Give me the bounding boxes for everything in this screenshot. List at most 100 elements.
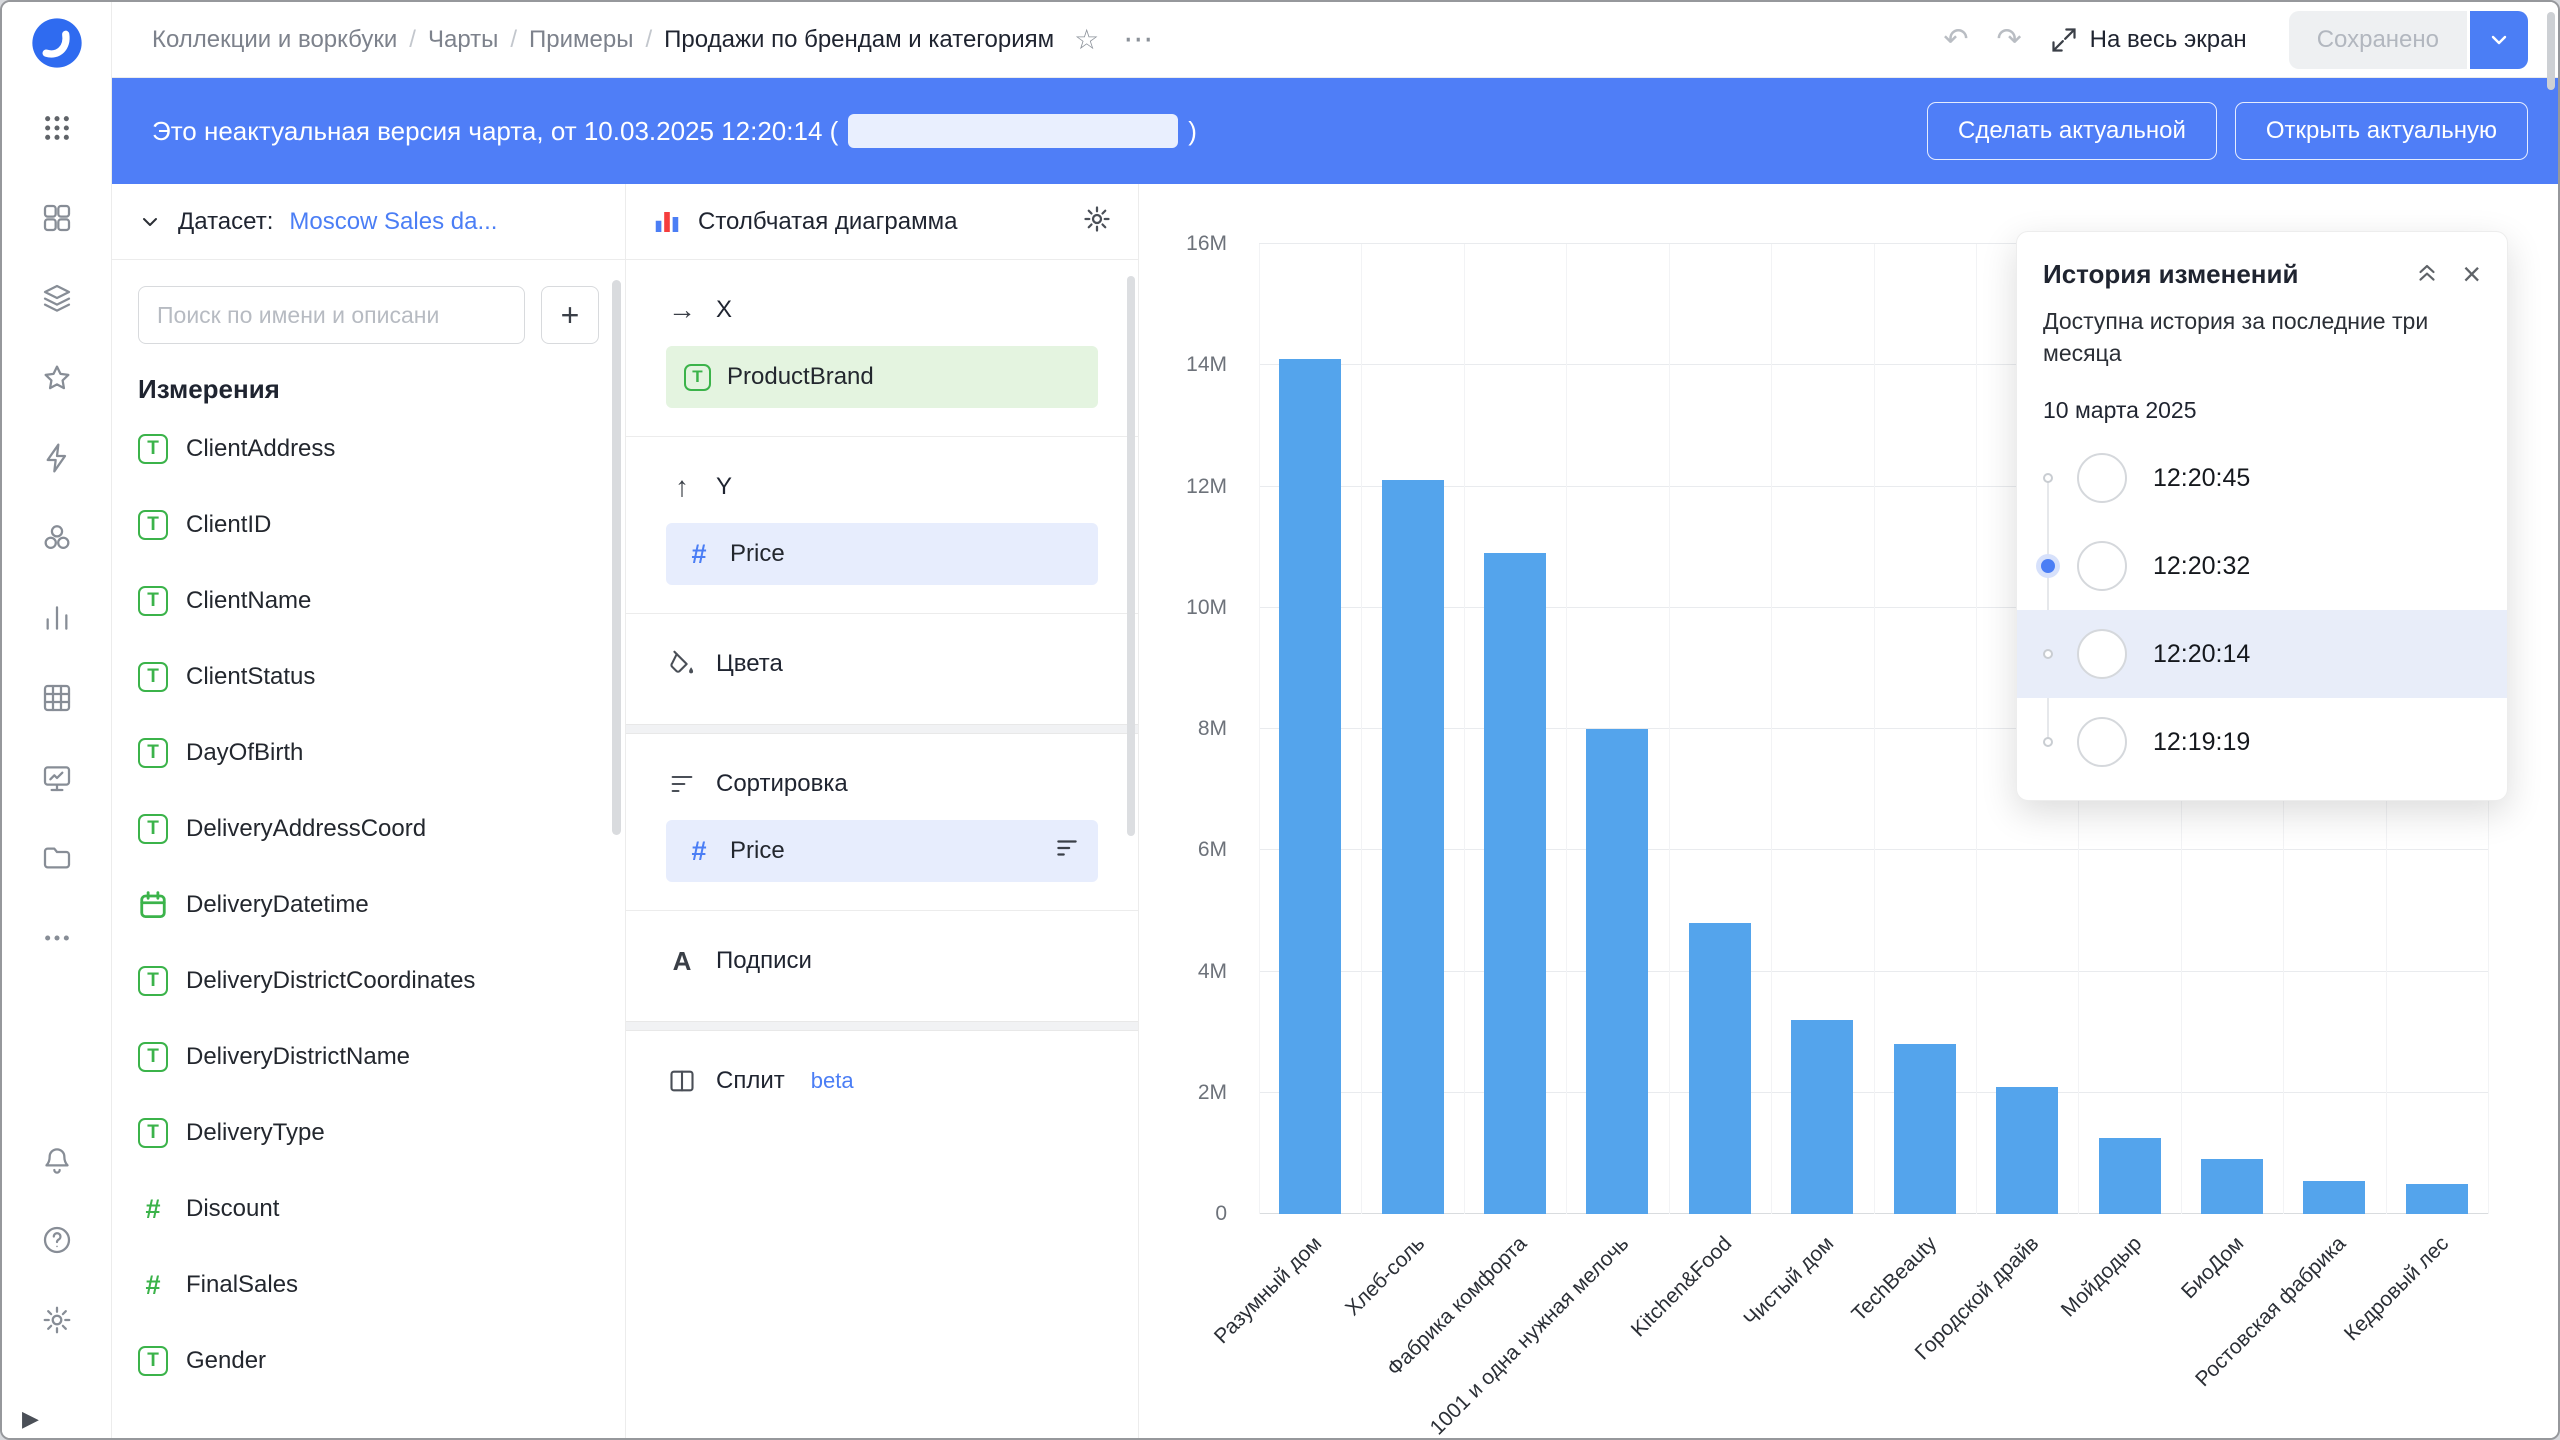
- version-radio[interactable]: [2077, 541, 2127, 591]
- dataset-field[interactable]: #Discount: [138, 1171, 615, 1247]
- collapse-history-icon[interactable]: [2414, 259, 2440, 290]
- breadcrumb-item[interactable]: Чарты: [428, 26, 498, 54]
- page-scrollbar[interactable]: [2547, 12, 2555, 90]
- field-search-input[interactable]: [138, 286, 525, 344]
- dataset-field[interactable]: TClientStatus: [138, 639, 615, 715]
- breadcrumb-item[interactable]: Примеры: [529, 26, 633, 54]
- dataset-field[interactable]: TDeliveryDistrictName: [138, 1019, 615, 1095]
- save-dropdown-button[interactable]: [2470, 11, 2528, 69]
- dashboards-icon[interactable]: [35, 756, 79, 800]
- open-actual-button[interactable]: Открыть актуальную: [2235, 102, 2528, 160]
- field-name: DeliveryDistrictCoordinates: [186, 967, 475, 995]
- quick-actions-icon[interactable]: [35, 436, 79, 480]
- x-section: → X T ProductBrand: [626, 260, 1138, 408]
- favorite-star-icon[interactable]: ☆: [1074, 23, 1099, 56]
- tables-icon[interactable]: [35, 676, 79, 720]
- history-subtitle: Доступна история за последние три месяца: [2017, 290, 2507, 369]
- string-field-icon: T: [684, 364, 711, 391]
- breadcrumb-separator: /: [646, 26, 653, 54]
- dataset-field[interactable]: TClientAddress: [138, 411, 615, 487]
- history-version-row[interactable]: 12:20:14: [2017, 610, 2507, 698]
- dataset-scrollbar[interactable]: [612, 280, 621, 835]
- bar-Городской драйв[interactable]: [1996, 1087, 2058, 1214]
- close-history-icon[interactable]: ×: [2462, 258, 2481, 290]
- sort-section-header: Сортировка: [666, 758, 1098, 810]
- make-actual-button[interactable]: Сделать актуальной: [1927, 102, 2217, 160]
- undo-icon[interactable]: ↶: [1943, 22, 1968, 57]
- collections-icon[interactable]: [35, 196, 79, 240]
- collapse-panel-icon[interactable]: ▶: [22, 1406, 39, 1432]
- services-icon[interactable]: [35, 516, 79, 560]
- notifications-icon[interactable]: [35, 1138, 79, 1182]
- y-axis-tick-label: 16M: [1186, 232, 1227, 256]
- charts-icon[interactable]: [35, 596, 79, 640]
- bar-Чистый дом[interactable]: [1791, 1020, 1853, 1214]
- dataset-field[interactable]: TClientName: [138, 563, 615, 639]
- field-name: DeliveryDatetime: [186, 891, 369, 919]
- field-name: ClientName: [186, 587, 311, 615]
- dataset-field[interactable]: #FinalSales: [138, 1247, 615, 1323]
- dataset-field[interactable]: DeliveryDatetime: [138, 867, 615, 943]
- version-radio[interactable]: [2077, 717, 2127, 767]
- saved-button[interactable]: Сохранено: [2289, 11, 2467, 69]
- dataset-chevron-down-icon[interactable]: [138, 210, 162, 234]
- timeline-dot: [2043, 649, 2053, 659]
- field-name: FinalSales: [186, 1271, 298, 1299]
- config-scrollbar[interactable]: [1127, 276, 1135, 836]
- version-radio[interactable]: [2077, 453, 2127, 503]
- column-chart-icon[interactable]: [652, 207, 682, 237]
- y-axis-tick-label: 6M: [1198, 838, 1227, 862]
- dataset-field[interactable]: TGender: [138, 1323, 615, 1399]
- breadcrumb: Коллекции и воркбуки/Чарты/Примеры/Прода…: [152, 26, 1054, 54]
- breadcrumb-item[interactable]: Продажи по брендам и категориям: [664, 26, 1054, 54]
- dataset-field[interactable]: TDeliveryAddressCoord: [138, 791, 615, 867]
- y-field-chip[interactable]: # Price: [666, 523, 1098, 585]
- apps-grid-icon[interactable]: [35, 106, 79, 150]
- settings-gear-icon[interactable]: [35, 1298, 79, 1342]
- help-icon[interactable]: [35, 1218, 79, 1262]
- sort-direction-icon[interactable]: [1054, 835, 1080, 868]
- banner-message-suffix: ): [1188, 116, 1197, 147]
- outdated-version-banner: Это неактуальная версия чарта, от 10.03.…: [112, 78, 2558, 184]
- bar-Хлеб-соль[interactable]: [1382, 480, 1444, 1214]
- bar-БиоДом[interactable]: [2201, 1159, 2263, 1214]
- chart-settings-gear-icon[interactable]: [1082, 204, 1112, 239]
- more-services-icon[interactable]: [35, 916, 79, 960]
- y-axis-tick-label: 8M: [1198, 717, 1227, 741]
- dataset-field[interactable]: TClientID: [138, 487, 615, 563]
- bar-Ростовская фабрика[interactable]: [2303, 1181, 2365, 1214]
- add-field-button[interactable]: +: [541, 286, 599, 344]
- timeline-dot: [2043, 473, 2053, 483]
- fullscreen-button[interactable]: На весь экран: [2050, 26, 2247, 54]
- sort-field-chip[interactable]: # Price: [666, 820, 1098, 882]
- bar-TechBeauty[interactable]: [1894, 1044, 1956, 1214]
- workbooks-icon[interactable]: [35, 276, 79, 320]
- y-axis-tick-label: 2M: [1198, 1081, 1227, 1105]
- datalens-logo-icon[interactable]: [28, 14, 86, 72]
- history-header-icons: ×: [2414, 258, 2481, 290]
- bar-Разумный дом[interactable]: [1279, 359, 1341, 1214]
- history-date-group: 10 марта 2025: [2017, 369, 2507, 430]
- bar-Фабрика комфорта[interactable]: [1484, 553, 1546, 1214]
- more-actions-icon[interactable]: ⋯: [1123, 22, 1155, 57]
- chart-type-header: Столбчатая диаграмма: [626, 184, 1138, 260]
- history-version-row[interactable]: 12:19:19: [2017, 698, 2507, 786]
- bar-Мойдодыр[interactable]: [2099, 1138, 2161, 1214]
- history-version-row[interactable]: 12:20:32: [2017, 522, 2507, 610]
- redo-icon[interactable]: ↷: [1997, 22, 2022, 57]
- x-field-chip[interactable]: T ProductBrand: [666, 346, 1098, 408]
- version-radio[interactable]: [2077, 629, 2127, 679]
- history-version-row[interactable]: 12:20:45: [2017, 434, 2507, 522]
- bar-1001 и одна нужная мелочь[interactable]: [1586, 729, 1648, 1214]
- dataset-field[interactable]: TDeliveryDistrictCoordinates: [138, 943, 615, 1019]
- bar-Кедровый лес[interactable]: [2406, 1184, 2468, 1214]
- dataset-field[interactable]: TDeliveryType: [138, 1095, 615, 1171]
- storage-icon[interactable]: [35, 836, 79, 880]
- v-gridline: [1464, 244, 1465, 1214]
- bar-Kitchen&Food[interactable]: [1689, 923, 1751, 1214]
- dataset-name-link[interactable]: Moscow Sales da...: [289, 208, 497, 236]
- favorites-icon[interactable]: [35, 356, 79, 400]
- field-name: DeliveryDistrictName: [186, 1043, 410, 1071]
- breadcrumb-item[interactable]: Коллекции и воркбуки: [152, 26, 397, 54]
- dataset-field[interactable]: TDayOfBirth: [138, 715, 615, 791]
